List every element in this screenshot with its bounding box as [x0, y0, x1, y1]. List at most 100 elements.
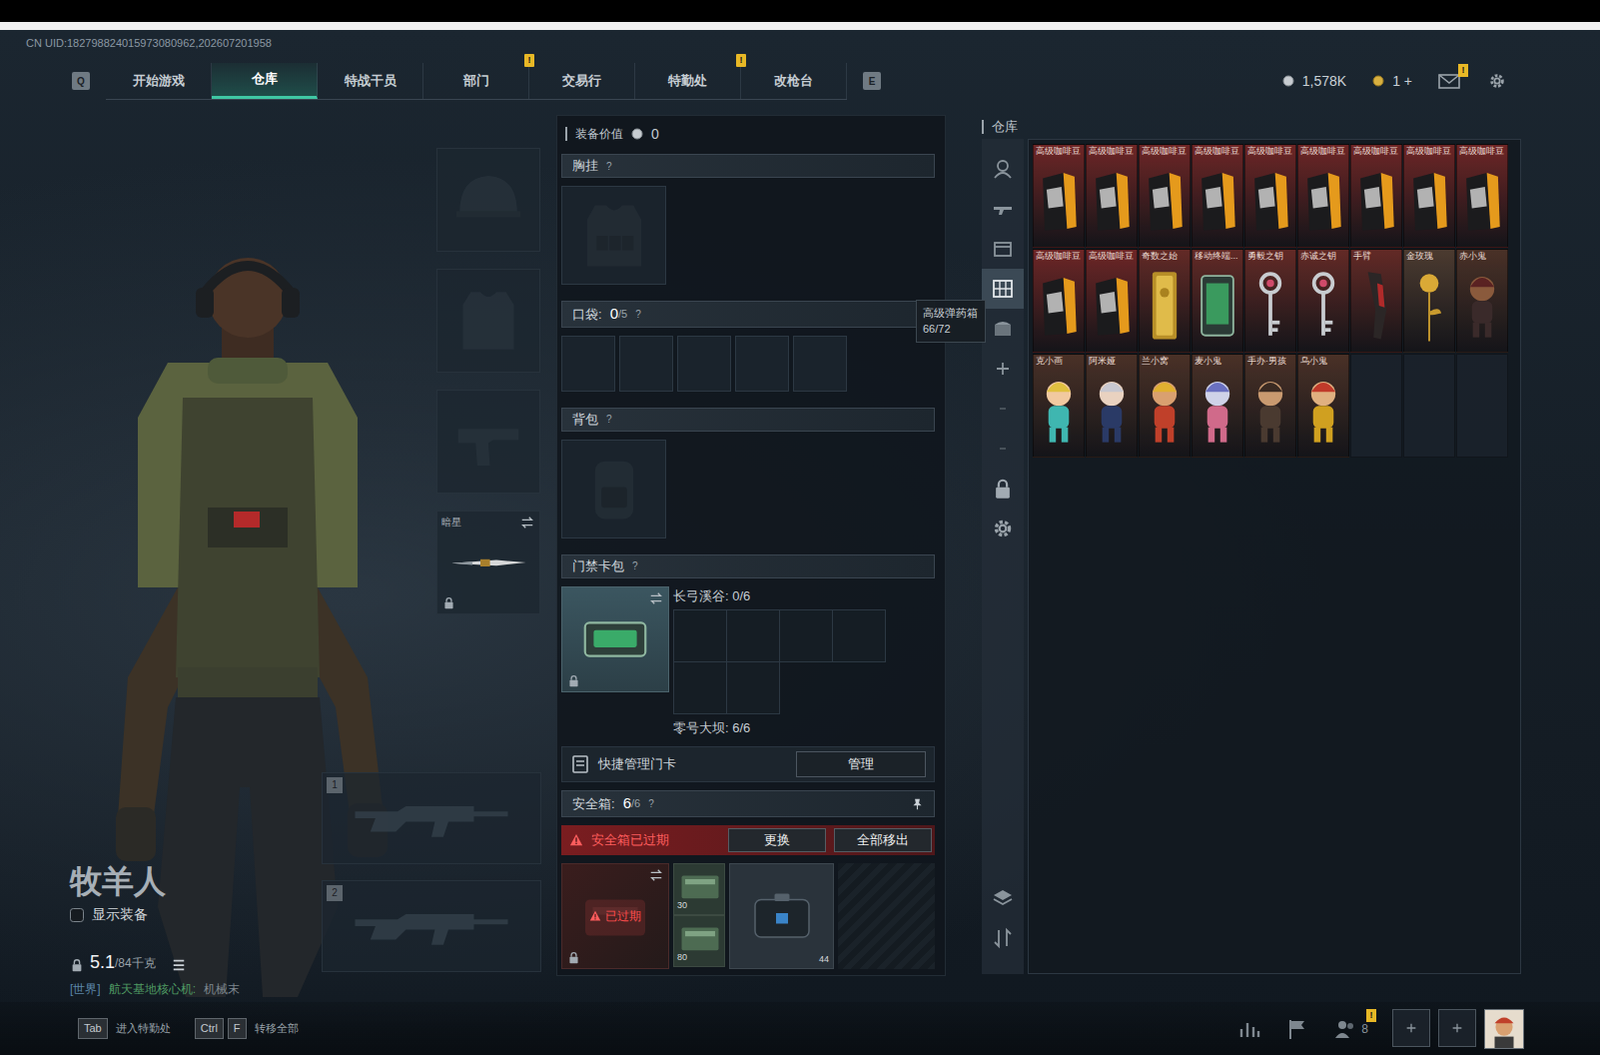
- empty-cell[interactable]: [1456, 353, 1509, 458]
- warehouse-item[interactable]: 克小画: [1032, 353, 1085, 458]
- safe-box-button[interactable]: 更换: [728, 827, 826, 852]
- keycard-case[interactable]: [561, 586, 670, 693]
- nav-tab[interactable]: 交易行: [529, 62, 636, 99]
- layers-icon: [991, 886, 1014, 909]
- nav-tab[interactable]: 改枪台: [741, 62, 847, 99]
- friends-button[interactable]: 8!: [1333, 1016, 1369, 1041]
- warehouse-item[interactable]: 麦小鬼: [1191, 353, 1244, 458]
- warehouse-item[interactable]: 手臂: [1350, 248, 1403, 353]
- invite-slot[interactable]: [1438, 1008, 1477, 1047]
- pocket-slot[interactable]: [735, 335, 790, 392]
- details-button[interactable]: [171, 957, 186, 972]
- chat-source[interactable]: 航天基地核心机:: [108, 979, 196, 998]
- warehouse-item[interactable]: 高级咖啡豆: [1191, 143, 1244, 248]
- warehouse-item[interactable]: 高级咖啡豆: [1032, 143, 1085, 248]
- warehouse-item[interactable]: 乌小鬼: [1297, 353, 1350, 458]
- warehouse-item[interactable]: 高级咖啡豆: [1456, 143, 1509, 248]
- sidebar-item[interactable]: [981, 877, 1024, 918]
- show-equipment-toggle[interactable]: 显示装备: [69, 903, 322, 925]
- warehouse-item[interactable]: 手办·男孩: [1244, 353, 1297, 458]
- header: CN UID:182798824015973080962,20260720195…: [0, 29, 1600, 112]
- warehouse-item[interactable]: 金玫瑰: [1403, 248, 1456, 353]
- warehouse-item[interactable]: 高级咖啡豆: [1138, 143, 1191, 248]
- sidebar-item[interactable]: [981, 468, 1024, 509]
- keycard-slot[interactable]: [780, 610, 833, 663]
- warehouse-item[interactable]: 高级咖啡豆: [1350, 143, 1403, 248]
- warehouse-item[interactable]: 高级咖啡豆: [1244, 143, 1297, 248]
- nav-tab[interactable]: 部门!: [423, 62, 530, 99]
- help-icon[interactable]: ?: [606, 158, 613, 174]
- keycard-slot[interactable]: [674, 662, 728, 715]
- keycard-slot[interactable]: [674, 610, 728, 663]
- figure-icon: [1299, 367, 1348, 452]
- equipment-slot[interactable]: [436, 147, 541, 252]
- settings-button[interactable]: [1486, 71, 1509, 90]
- sidebar-item[interactable]: [981, 917, 1024, 958]
- sidebar-item[interactable]: [981, 308, 1024, 349]
- weapon-slot[interactable]: 2: [321, 879, 542, 972]
- warehouse-item[interactable]: 赤小鬼: [1456, 248, 1509, 353]
- keycard-slot[interactable]: [832, 610, 886, 663]
- nav-tab[interactable]: 特战干员: [317, 62, 424, 99]
- pocket-slot[interactable]: [793, 335, 847, 392]
- warehouse-item[interactable]: 阿米娅: [1085, 353, 1138, 458]
- nav-tab[interactable]: 仓库: [211, 62, 318, 99]
- warehouse-item[interactable]: 勇毅之钥: [1244, 248, 1297, 353]
- invite-slot[interactable]: [1392, 1008, 1431, 1047]
- safe-item[interactable]: 44: [729, 862, 834, 969]
- weapon-slot[interactable]: 1: [321, 772, 542, 864]
- safe-box-case[interactable]: 已过期: [561, 862, 670, 969]
- prev-tab-key[interactable]: Q: [71, 71, 90, 90]
- report-button[interactable]: [1285, 1016, 1310, 1041]
- warehouse-item[interactable]: 兰小窝: [1138, 353, 1191, 458]
- pocket-slot[interactable]: [677, 335, 732, 392]
- sidebar-item[interactable]: [981, 188, 1024, 229]
- nav-tab[interactable]: 特勤处!: [635, 62, 742, 99]
- sidebar-item[interactable]: [981, 268, 1024, 309]
- sidebar-item[interactable]: [981, 228, 1024, 269]
- stats-button[interactable]: [1237, 1016, 1262, 1041]
- equipment-slot[interactable]: [436, 268, 541, 373]
- backpack-slot[interactable]: [561, 439, 667, 539]
- help-icon[interactable]: ?: [648, 796, 655, 811]
- warehouse-item[interactable]: 高级咖啡豆: [1297, 143, 1350, 248]
- keycard-slot[interactable]: [727, 610, 781, 663]
- next-tab-key[interactable]: E: [862, 71, 881, 90]
- pocket-slot[interactable]: [619, 335, 674, 392]
- player-avatar[interactable]: [1484, 1008, 1525, 1049]
- show-equipment-checkbox[interactable]: [69, 907, 84, 922]
- nav-tab[interactable]: 开始游戏: [105, 62, 212, 99]
- sidebar-item[interactable]: [981, 148, 1024, 189]
- safe-item[interactable]: 80: [673, 914, 726, 967]
- empty-cell[interactable]: [1403, 353, 1456, 458]
- help-icon[interactable]: ?: [606, 411, 613, 427]
- key-hint[interactable]: Tab进入特勤处: [77, 1017, 171, 1039]
- flag-icon: [1285, 1016, 1310, 1041]
- warehouse-item[interactable]: 高级咖啡豆: [1403, 143, 1456, 248]
- currency: 1,578K: [1282, 70, 1347, 92]
- warehouse-item[interactable]: 奇数之始: [1138, 248, 1191, 353]
- warehouse-item[interactable]: 移动终端...: [1191, 248, 1244, 353]
- help-icon[interactable]: ?: [632, 558, 639, 574]
- warehouse-item[interactable]: 高级咖啡豆: [1085, 248, 1138, 353]
- warehouse-item[interactable]: 赤诚之钥: [1297, 248, 1350, 353]
- key-cap: Tab: [77, 1017, 108, 1039]
- sidebar-item[interactable]: [981, 388, 1024, 429]
- equipment-slot[interactable]: 暗星: [436, 510, 541, 615]
- equipment-slot[interactable]: [436, 389, 541, 494]
- safe-box-button[interactable]: 全部移出: [833, 827, 932, 852]
- help-icon[interactable]: ?: [635, 306, 642, 322]
- mail-button[interactable]: !: [1438, 71, 1461, 90]
- warehouse-item[interactable]: 高级咖啡豆: [1032, 248, 1085, 353]
- key-hint[interactable]: CtrlF转移全部: [194, 1017, 299, 1039]
- keycard-slot[interactable]: [727, 662, 781, 715]
- chest-rig-slot[interactable]: [561, 185, 667, 285]
- sidebar-item[interactable]: [981, 508, 1024, 549]
- empty-cell[interactable]: [1350, 353, 1403, 458]
- manage-button[interactable]: 管理: [796, 751, 926, 778]
- warehouse-item[interactable]: 高级咖啡豆: [1085, 143, 1138, 248]
- sidebar-item[interactable]: [981, 348, 1024, 389]
- safe-item[interactable]: 30: [673, 862, 726, 915]
- pocket-slot[interactable]: [561, 335, 616, 392]
- sidebar-item[interactable]: [981, 428, 1024, 469]
